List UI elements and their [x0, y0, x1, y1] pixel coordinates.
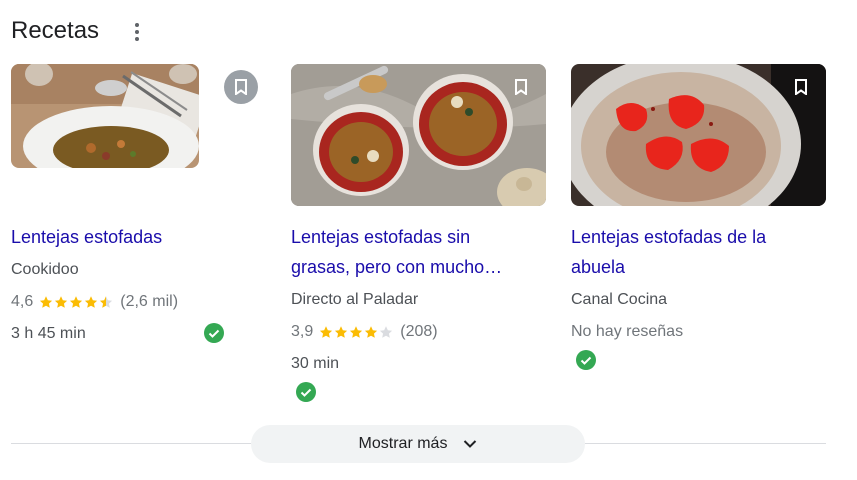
recipe-title-link[interactable]: Lentejas estofadas	[11, 222, 261, 252]
save-recipe-button[interactable]	[784, 70, 818, 104]
show-more-button[interactable]: Mostrar más	[251, 425, 585, 463]
recipe-source: Cookidoo	[11, 261, 79, 278]
rating-count: (2,6 mil)	[120, 293, 179, 310]
rating-value: 4,6	[11, 293, 34, 310]
no-reviews-label: No hay reseñas	[571, 323, 684, 340]
recipe-image[interactable]	[291, 64, 546, 206]
bookmark-icon	[235, 79, 247, 95]
show-more-label: Mostrar más	[358, 435, 448, 452]
star-icon	[40, 296, 53, 308]
recipe-rating: 4,6 (2,6 mil)	[11, 291, 178, 313]
recipe-source: Canal Cocina	[571, 291, 668, 308]
star-icon	[85, 296, 98, 308]
verified-check-icon	[296, 382, 316, 402]
save-recipe-button[interactable]	[224, 70, 258, 104]
recipe-card[interactable]: Lentejas estofadas de la abuela Canal Co…	[571, 64, 831, 370]
divider-left	[11, 443, 251, 444]
recipe-source: Directo al Paladar	[291, 291, 419, 308]
star-rating	[319, 325, 394, 339]
recipe-title-link[interactable]: Lentejas estofadas sin grasas, pero con …	[291, 222, 551, 282]
star-icon	[100, 296, 113, 308]
cook-time: 30 min	[291, 355, 340, 372]
recipe-rating: 3,9 (208)	[291, 321, 438, 343]
star-icon	[320, 326, 333, 338]
recipe-image[interactable]	[11, 64, 199, 168]
verified-check-icon	[204, 323, 224, 343]
chevron-down-icon	[464, 440, 477, 448]
more-options-icon[interactable]	[127, 20, 147, 44]
save-recipe-button[interactable]	[504, 70, 538, 104]
rating-value: 3,9	[291, 323, 314, 340]
star-icon	[380, 326, 393, 338]
recipe-card[interactable]: Lentejas estofadas sin grasas, pero con …	[291, 64, 551, 402]
bookmark-icon	[795, 79, 807, 95]
star-icon	[350, 326, 363, 338]
recipe-card[interactable]: Lentejas estofadas Cookidoo 4,6 (2,6 mil…	[11, 64, 271, 343]
cook-time: 3 h 45 min	[11, 325, 86, 342]
star-icon	[70, 296, 83, 308]
recipe-image[interactable]	[571, 64, 826, 206]
star-rating	[39, 295, 114, 309]
star-icon	[55, 296, 68, 308]
bookmark-icon	[515, 79, 527, 95]
recipe-title-link[interactable]: Lentejas estofadas de la abuela	[571, 222, 831, 282]
divider-right	[585, 443, 826, 444]
star-icon	[335, 326, 348, 338]
recipes-section-title: Recetas	[11, 17, 100, 44]
rating-count: (208)	[400, 323, 438, 340]
verified-check-icon	[576, 350, 596, 370]
star-icon	[365, 326, 378, 338]
